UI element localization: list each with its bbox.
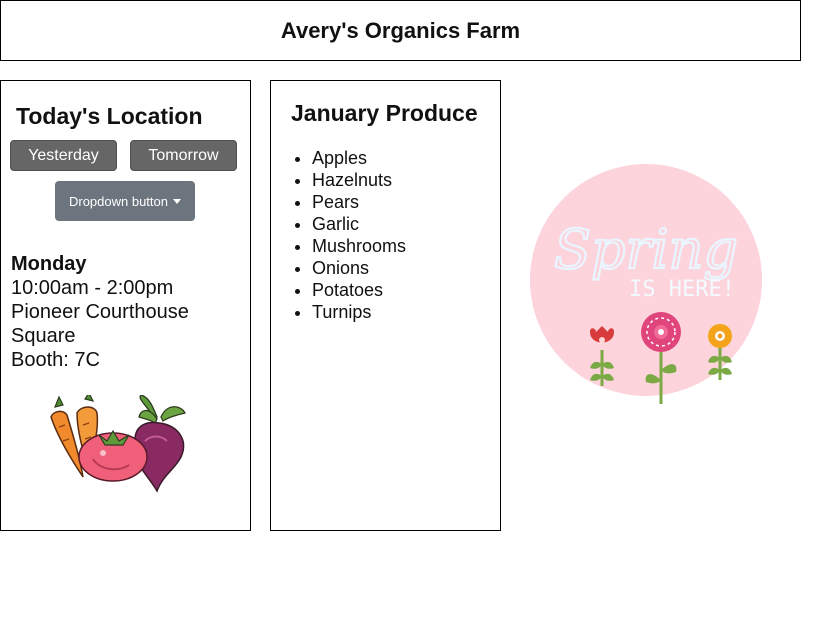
page-header: Avery's Organics Farm — [0, 0, 801, 61]
list-item: Apples — [312, 147, 406, 169]
january-produce-panel: January Produce Apples Hazelnuts Pears G… — [270, 80, 501, 531]
beet-icon — [134, 395, 186, 493]
dropdown-button[interactable]: Dropdown button — [55, 181, 195, 221]
yesterday-button[interactable]: Yesterday — [10, 140, 117, 171]
schedule-booth: Booth: 7C — [11, 349, 100, 371]
spring-is-here-graphic-icon: Spring IS HERE! — [530, 164, 762, 404]
list-item: Hazelnuts — [312, 169, 406, 191]
produce-list: Apples Hazelnuts Pears Garlic Mushrooms … — [312, 147, 406, 323]
vegetables-illustration-icon — [50, 395, 186, 493]
produce-title: January Produce — [291, 100, 478, 126]
spring-text: Spring — [554, 218, 738, 281]
caret-down-icon — [173, 199, 181, 204]
list-item: Onions — [312, 257, 406, 279]
schedule-day: Monday — [11, 253, 87, 275]
tomorrow-button[interactable]: Tomorrow — [130, 140, 237, 171]
list-item: Turnips — [312, 301, 406, 323]
schedule-place-line1: Pioneer Courthouse — [11, 301, 189, 323]
is-here-text: IS HERE! — [629, 277, 735, 302]
list-item: Garlic — [312, 213, 406, 235]
list-item: Mushrooms — [312, 235, 406, 257]
list-item: Potatoes — [312, 279, 406, 301]
page-title: Avery's Organics Farm — [280, 17, 521, 43]
list-item: Pears — [312, 191, 406, 213]
location-title: Today's Location — [16, 103, 203, 129]
schedule-info: Monday 10:00am - 2:00pm Pioneer Courthou… — [11, 252, 241, 372]
schedule-place-line2: Square — [11, 325, 76, 347]
todays-location-panel: Today's Location Yesterday Tomorrow Drop… — [0, 80, 251, 531]
schedule-hours: 10:00am - 2:00pm — [11, 277, 174, 299]
dropdown-label: Dropdown button — [68, 193, 168, 209]
